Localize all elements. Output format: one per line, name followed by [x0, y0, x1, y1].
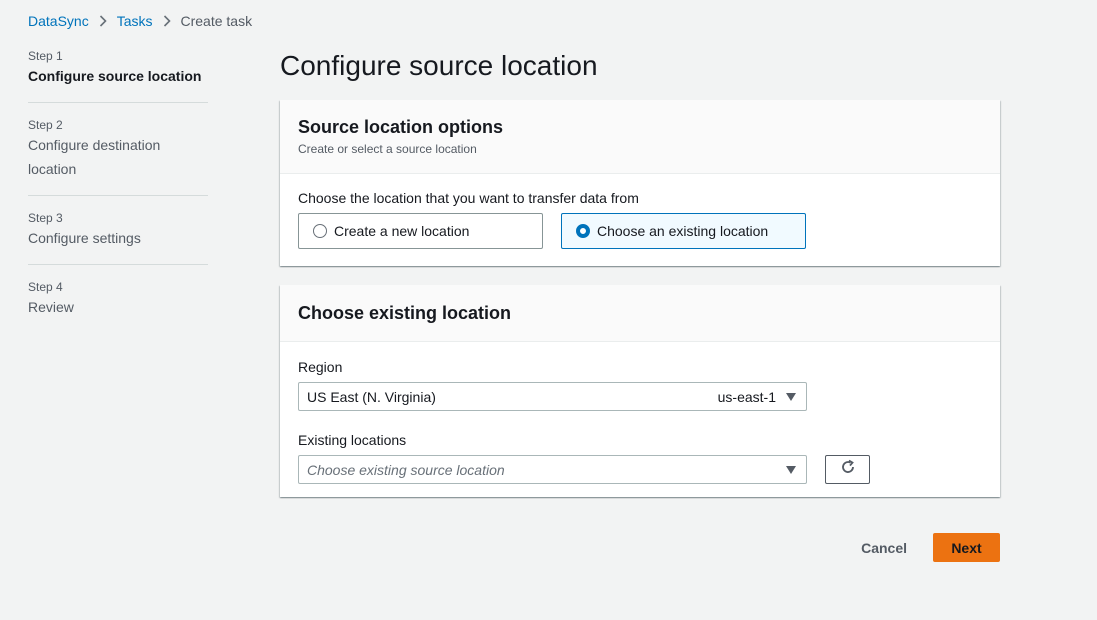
- wizard-steps: Step 1 Configure source location Step 2 …: [28, 48, 208, 347]
- step-title: Configure source location: [28, 68, 202, 84]
- step-title: Configure destination location: [28, 137, 161, 177]
- region-select[interactable]: US East (N. Virginia) us-east-1: [298, 382, 807, 411]
- wizard-actions: Cancel Next: [280, 533, 1000, 562]
- option-label: Create a new location: [334, 223, 470, 239]
- panel-subtitle: Create or select a source location: [298, 142, 477, 156]
- radio-unchecked-icon[interactable]: [313, 224, 327, 238]
- breadcrumb-tasks-link[interactable]: Tasks: [117, 13, 153, 29]
- option-label: Choose an existing location: [597, 223, 769, 239]
- breadcrumb-current: Create task: [180, 13, 253, 29]
- step-2: Step 2 Configure destination location: [28, 117, 208, 196]
- region-value: US East (N. Virginia): [307, 388, 436, 405]
- step-3: Step 3 Configure settings: [28, 210, 208, 265]
- panel-title: Choose existing location: [298, 302, 512, 323]
- step-number: Step 3: [28, 211, 63, 225]
- breadcrumb-datasync-link[interactable]: DataSync: [28, 13, 89, 29]
- existing-locations-label: Existing locations: [298, 432, 407, 448]
- choose-existing-location-option[interactable]: Choose an existing location: [561, 213, 806, 249]
- create-new-location-option[interactable]: Create a new location: [298, 213, 543, 249]
- panel-title: Source location options: [298, 117, 504, 137]
- region-label: Region: [298, 359, 343, 375]
- existing-locations-placeholder: Choose existing source location: [307, 461, 505, 478]
- next-button[interactable]: Next: [933, 533, 1000, 562]
- panel-header: Choose existing location: [280, 285, 1000, 342]
- step-number: Step 4: [28, 280, 63, 294]
- step-1: Step 1 Configure source location: [28, 48, 208, 103]
- refresh-icon: [840, 459, 856, 480]
- breadcrumb: DataSync Tasks Create task: [28, 13, 252, 29]
- source-location-options-panel: Source location options Create or select…: [280, 100, 1000, 266]
- caret-down-icon: [786, 465, 796, 474]
- step-title: Review: [28, 299, 74, 315]
- location-choice-tiles: Create a new location Choose an existing…: [298, 213, 982, 249]
- step-number: Step 2: [28, 118, 63, 132]
- page-title: Configure source location: [280, 50, 598, 81]
- existing-locations-select[interactable]: Choose existing source location: [298, 455, 807, 484]
- choose-existing-location-panel: Choose existing location Region US East …: [280, 285, 1000, 497]
- refresh-button[interactable]: [825, 455, 870, 484]
- chevron-right-icon: [163, 15, 171, 27]
- step-4: Step 4 Review: [28, 279, 208, 333]
- chevron-right-icon: [99, 15, 107, 27]
- step-title: Configure settings: [28, 230, 141, 246]
- location-choice-label: Choose the location that you want to tra…: [298, 190, 639, 206]
- panel-header: Source location options Create or select…: [280, 100, 1000, 174]
- step-number: Step 1: [28, 49, 63, 63]
- radio-checked-icon[interactable]: [576, 224, 590, 238]
- cancel-button[interactable]: Cancel: [841, 533, 927, 562]
- caret-down-icon: [786, 392, 796, 401]
- region-code: us-east-1: [717, 388, 776, 405]
